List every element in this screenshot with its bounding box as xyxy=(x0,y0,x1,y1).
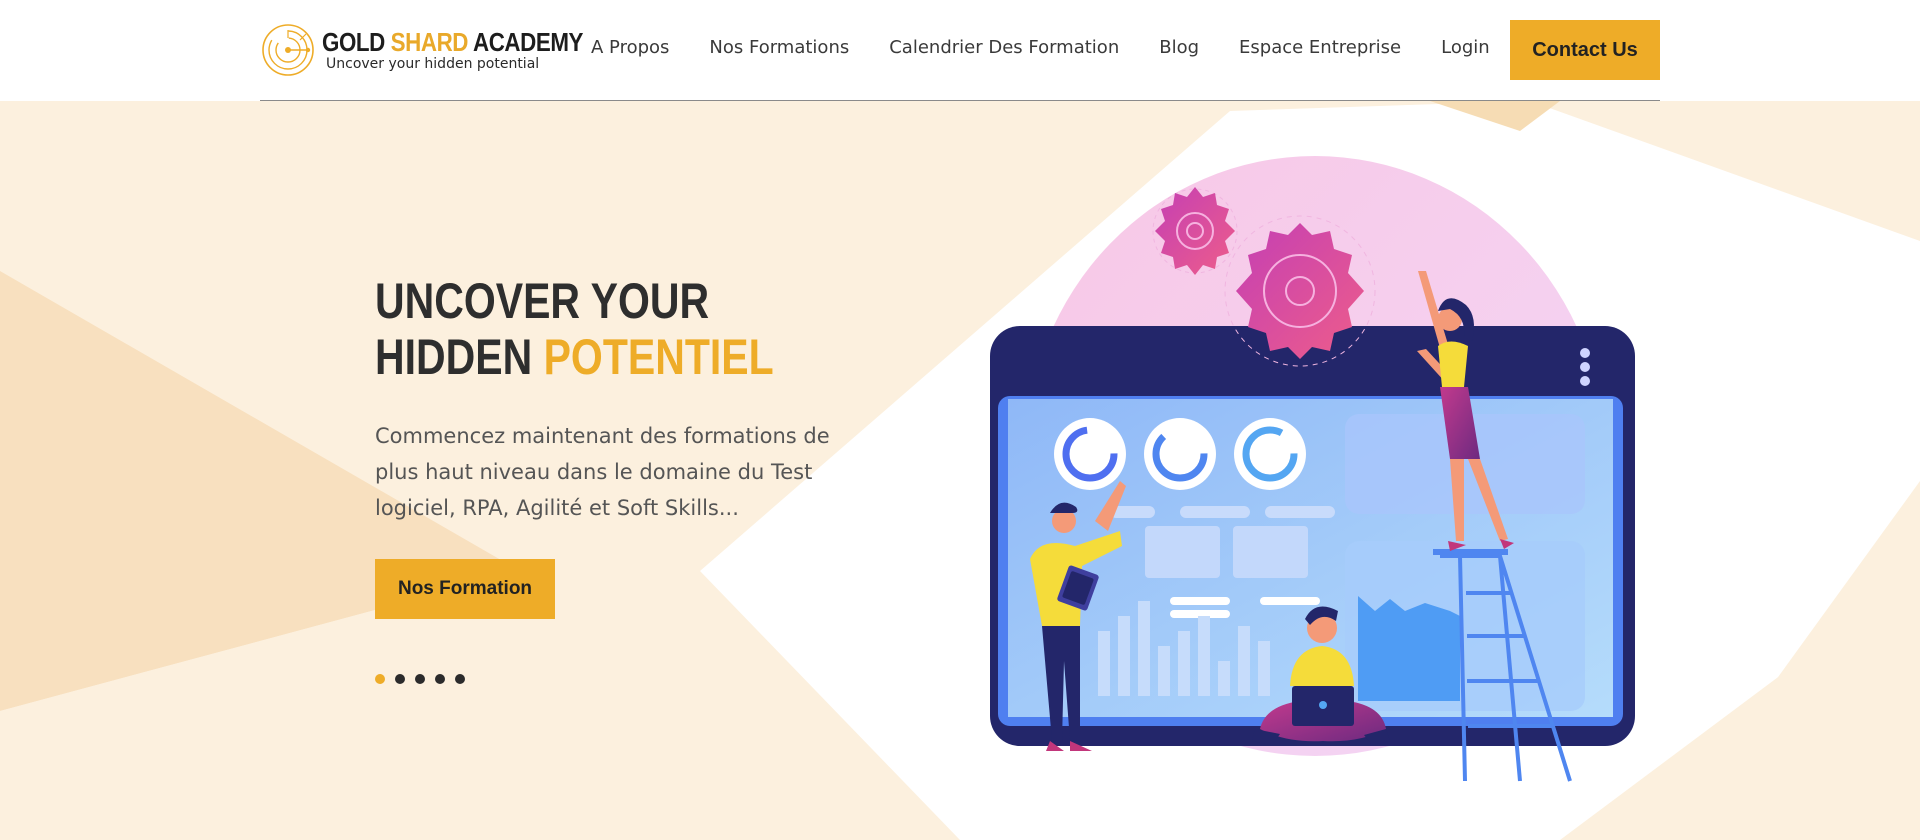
nos-formation-button[interactable]: Nos Formation xyxy=(375,559,555,619)
slider-dot-5[interactable] xyxy=(455,674,465,684)
header-divider xyxy=(260,100,1660,101)
logo-text: GOLD SHARD ACADEMY Uncover your hidden p… xyxy=(322,28,626,72)
main-nav: A Propos Nos Formations Calendrier Des F… xyxy=(591,37,1490,58)
nav-calendrier[interactable]: Calendrier Des Formation xyxy=(889,37,1119,58)
site-header: GOLD SHARD ACADEMY Uncover your hidden p… xyxy=(0,0,1920,101)
nav-blog[interactable]: Blog xyxy=(1159,37,1199,58)
logo-title: GOLD SHARD ACADEMY xyxy=(322,27,584,57)
contact-us-button[interactable]: Contact Us xyxy=(1510,20,1660,80)
nav-login[interactable]: Login xyxy=(1441,37,1490,58)
hero-description: Commencez maintenant des formations de p… xyxy=(375,424,830,520)
logo[interactable]: GOLD SHARD ACADEMY Uncover your hidden p… xyxy=(260,22,583,78)
nav-espace-entreprise[interactable]: Espace Entreprise xyxy=(1239,37,1401,58)
slider-dot-1[interactable] xyxy=(375,674,385,684)
slider-dot-4[interactable] xyxy=(435,674,445,684)
logo-tagline: Uncover your hidden potential xyxy=(326,56,540,72)
slider-dots xyxy=(375,674,475,684)
slider-dot-2[interactable] xyxy=(395,674,405,684)
logo-mark-icon xyxy=(262,24,314,76)
hero-title: UNCOVER YOUR HIDDEN POTENTIEL xyxy=(375,273,774,385)
nav-a-propos[interactable]: A Propos xyxy=(591,37,669,58)
hero-section: UNCOVER YOUR HIDDEN POTENTIEL Commencez … xyxy=(0,101,1920,840)
slider-dot-3[interactable] xyxy=(415,674,425,684)
nav-nos-formations[interactable]: Nos Formations xyxy=(709,37,849,58)
team-dashboard-illustration xyxy=(990,156,1635,782)
